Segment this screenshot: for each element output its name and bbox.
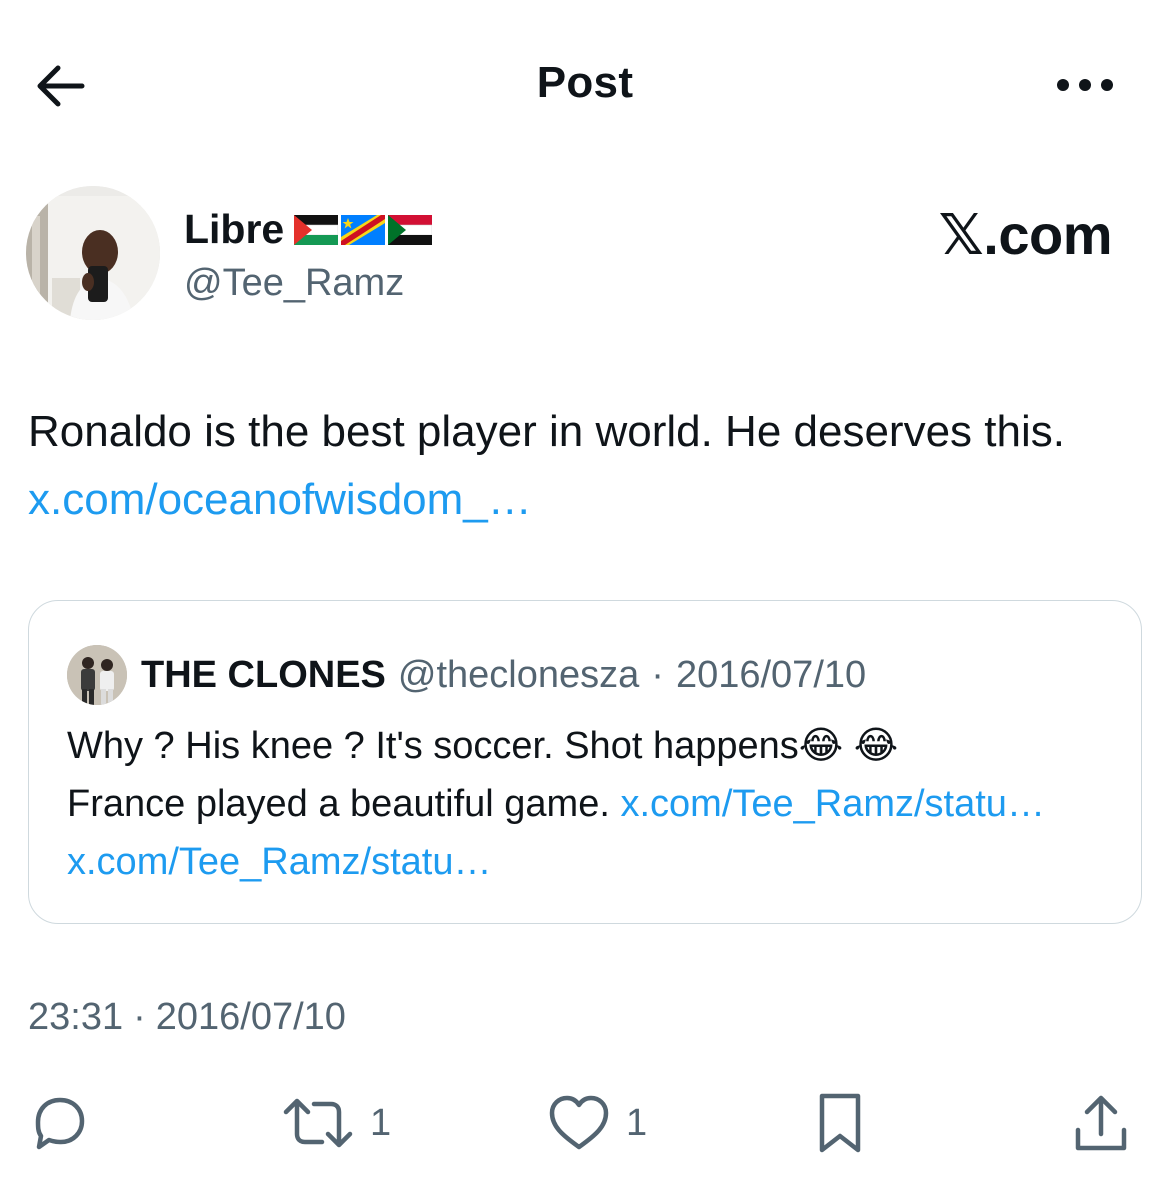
quoted-author-name: THE CLONES (141, 653, 386, 696)
quoted-post-text: Why ? His knee ? It's soccer. Shot happe… (67, 717, 1107, 891)
more-options-button[interactable] (1050, 62, 1120, 108)
top-bar: Post (0, 0, 1170, 170)
laughing-emoji: 😂 😂 (798, 725, 899, 767)
author-handle[interactable]: @Tee_Ramz (184, 262, 404, 305)
more-horizontal-icon (1057, 79, 1113, 91)
post-time: 23:31 (28, 996, 124, 1038)
repost-count: 1 (370, 1101, 392, 1144)
quoted-text-line1: Why ? His knee ? It's soccer. Shot happe… (67, 725, 799, 767)
flag-emojis (294, 214, 433, 245)
page-title: Post (536, 58, 634, 107)
author-display-name: Libre (184, 206, 285, 252)
post-link[interactable]: x.com/oceanofwisdom_… (28, 475, 532, 524)
reply-icon (35, 1097, 85, 1150)
quoted-date: 2016/07/10 (675, 653, 867, 696)
quoted-separator: · (651, 653, 664, 696)
quoted-link-1[interactable]: x.com/Tee_Ramz/statu… (620, 783, 1044, 825)
quoted-author-handle: @theclonesza (397, 653, 640, 696)
quoted-post-header: THE CLONES @theclonesza · 2016/07/10 (67, 645, 866, 705)
reply-button[interactable] (26, 1090, 92, 1156)
repost-icon (283, 1098, 353, 1148)
quoted-text-line2: France played a beautiful game. (67, 783, 610, 825)
dr-congo-flag-icon (341, 214, 386, 245)
sudan-flag-icon (388, 214, 433, 245)
post-text: Ronaldo is the best player in world. He … (28, 407, 1065, 456)
author-avatar[interactable] (26, 186, 160, 320)
author-name-row[interactable]: Libre (184, 206, 433, 253)
action-bar: 1 1 (0, 1090, 1170, 1160)
like-button[interactable]: 1 (546, 1090, 647, 1156)
share-icon (1075, 1095, 1127, 1151)
repost-button[interactable]: 1 (280, 1090, 391, 1156)
post-body: Ronaldo is the best player in world. He … (28, 398, 1138, 534)
palestine-flag-icon (294, 214, 339, 245)
bookmark-icon (819, 1093, 861, 1153)
post-author: Libre @Tee_Ramz 𝕏.com (26, 186, 1146, 326)
share-button[interactable] (1068, 1090, 1134, 1156)
timestamp-separator: · (133, 996, 146, 1038)
post-date: 2016/07/10 (155, 996, 346, 1038)
quoted-author-avatar[interactable] (67, 645, 127, 705)
like-count: 1 (626, 1101, 648, 1144)
heart-icon (549, 1095, 609, 1150)
bookmark-button[interactable] (810, 1090, 870, 1156)
x-com-watermark: 𝕏.com (938, 203, 1113, 266)
quoted-post[interactable]: THE CLONES @theclonesza · 2016/07/10 Why… (28, 600, 1142, 924)
post-timestamp[interactable]: 23:31 · 2016/07/10 (28, 996, 346, 1039)
quoted-link-2[interactable]: x.com/Tee_Ramz/statu… (67, 841, 491, 883)
